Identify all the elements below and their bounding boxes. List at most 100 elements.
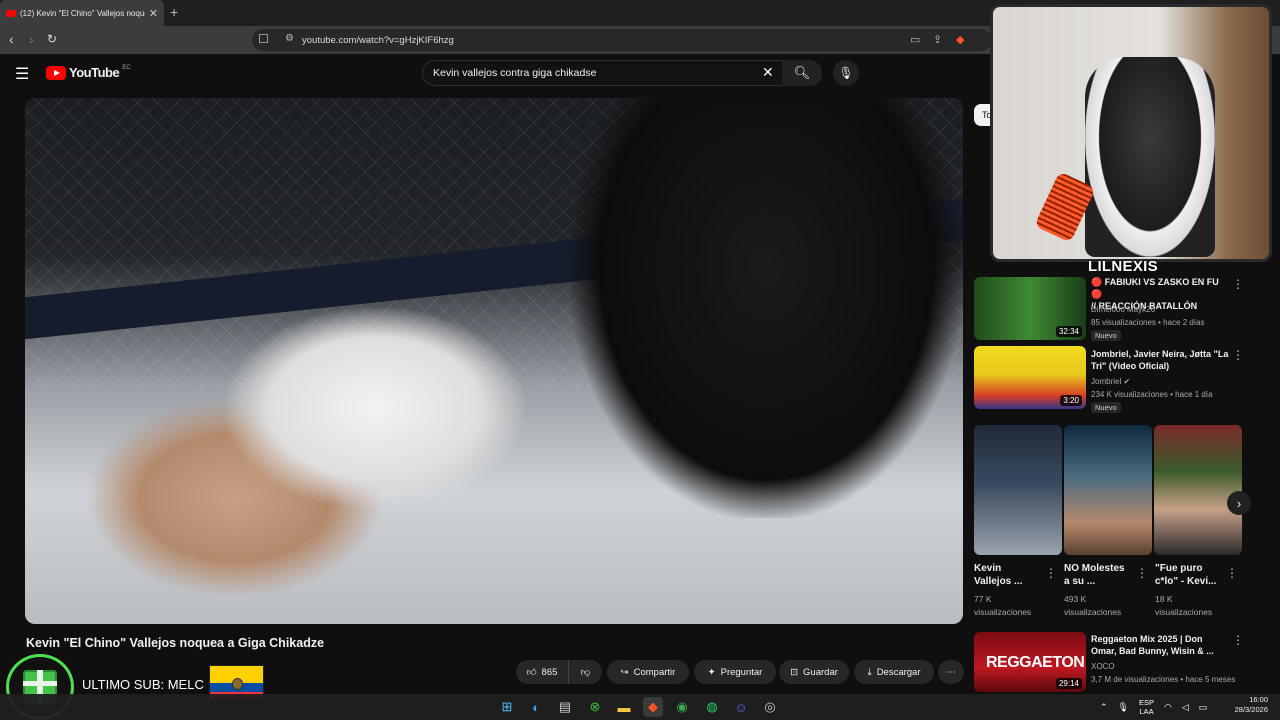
short-views: 18 K visualizaciones: [1155, 593, 1212, 619]
site-info-icon[interactable]: ⚙: [285, 33, 294, 44]
language-indicator[interactable]: ESP LAA: [1139, 698, 1154, 716]
rec-title-line: Reggaeton Mix 2025 | Don: [1091, 634, 1203, 644]
file-explorer-icon[interactable]: ▬: [614, 697, 634, 717]
share-label: Compartir: [633, 666, 676, 678]
more-options-icon[interactable]: ⋮: [1226, 566, 1238, 580]
short-title[interactable]: NO Molestes a su ...: [1064, 562, 1125, 588]
wifi-icon[interactable]: ◠: [1164, 702, 1172, 713]
next-shorts-button[interactable]: ›: [1227, 491, 1251, 515]
back-icon[interactable]: ‹: [9, 31, 14, 47]
logo-text: YouTube: [69, 65, 120, 80]
short-views-line: visualizaciones: [1155, 607, 1213, 617]
reload-icon[interactable]: ↻: [47, 32, 57, 46]
chrome-icon[interactable]: ◉: [672, 697, 692, 717]
video-duration: 32:34: [1055, 326, 1082, 337]
clear-search-icon[interactable]: ✕: [762, 64, 774, 81]
more-actions-button[interactable]: ⋯: [938, 660, 964, 684]
xbox-icon[interactable]: ⊗: [585, 697, 605, 717]
edge-icon[interactable]: ◐: [526, 697, 546, 717]
more-options-icon[interactable]: ⋮: [1136, 566, 1148, 580]
video-duration: 3:20: [1060, 395, 1082, 406]
save-button[interactable]: ⊡ Guardar: [779, 660, 849, 684]
rec-title-line: Tri" (Video Oficial): [1091, 361, 1170, 371]
short-views-line: 77 K: [974, 594, 992, 604]
short-thumbnail[interactable]: [1064, 425, 1152, 555]
short-title-line: Kevin: [974, 563, 1002, 574]
rec-channel[interactable]: XOCO: [1091, 661, 1115, 672]
rec-title[interactable]: Jombriel, Javier Neira, Jøtta "La Tri" (…: [1091, 348, 1231, 372]
short-title[interactable]: Kevin Vallejos ...: [974, 562, 1022, 588]
address-bar[interactable]: youtube.com/watch?v=gHzjKIF6hzg: [252, 29, 992, 51]
verified-icon: ✔: [1123, 377, 1131, 386]
search-icon: 🔍︎: [793, 65, 811, 80]
short-views: 493 K visualizaciones: [1064, 593, 1121, 619]
short-thumbnail[interactable]: [974, 425, 1062, 555]
thumbs-down-icon: 👎︎: [580, 667, 591, 678]
download-icon: ⤓: [867, 666, 872, 678]
cast-icon[interactable]: ▭: [910, 33, 920, 46]
start-windows-icon[interactable]: ⊞: [497, 697, 517, 717]
whatsapp-icon[interactable]: ◍: [702, 697, 722, 717]
brave-browser-icon[interactable]: ◆: [643, 697, 663, 717]
channel-name: Jombriel: [1091, 377, 1122, 386]
dislike-button[interactable]: 👎︎: [568, 660, 602, 684]
search-query: Kevin vallejos contra giga chikadse: [433, 67, 597, 79]
volume-icon[interactable]: ◁: [1182, 702, 1189, 713]
rec-channel[interactable]: Dimelooo Mayk26: [1091, 304, 1155, 315]
windows-taskbar: [0, 694, 1280, 720]
ask-button[interactable]: ✦ Preguntar: [694, 660, 776, 684]
youtube-logo[interactable]: YouTube EC: [46, 65, 131, 80]
rec-thumbnail[interactable]: REGGAETON 29:14: [974, 632, 1086, 692]
gaming-chair-image: [1085, 57, 1215, 257]
share-page-icon[interactable]: ⇪: [933, 33, 942, 46]
url-text: youtube.com/watch?v=gHzjKIF6hzg: [302, 34, 454, 46]
battery-icon[interactable]: ▭: [1199, 702, 1208, 713]
forward-icon[interactable]: ›: [29, 31, 34, 47]
youtube-play-icon: [46, 65, 66, 80]
short-title-line: Vallejos ...: [974, 576, 1023, 587]
rec-thumbnail[interactable]: 32:34: [974, 277, 1086, 340]
hamburger-menu-icon[interactable]: ☰: [15, 64, 29, 84]
obs-icon[interactable]: ◎: [760, 697, 780, 717]
like-button[interactable]: 👍︎ 865: [516, 660, 568, 684]
chevron-right-icon: ›: [1236, 495, 1242, 511]
search-button[interactable]: 🔍︎: [782, 60, 822, 86]
more-options-icon[interactable]: ⋮: [1045, 566, 1057, 580]
close-tab-icon[interactable]: ✕: [149, 7, 158, 20]
more-icon: ⋯: [946, 666, 956, 678]
system-clock[interactable]: 16:00 28/3/2026: [1228, 695, 1268, 715]
short-title-line: "Fue puro: [1155, 563, 1203, 574]
more-options-icon[interactable]: ⋮: [1232, 348, 1244, 362]
rec-channel[interactable]: Jombriel ✔: [1091, 376, 1130, 387]
short-thumbnail[interactable]: [1154, 425, 1242, 555]
new-badge: Nuevo: [1091, 402, 1121, 413]
bookmark-icon[interactable]: ☐: [258, 32, 269, 46]
voice-search-button[interactable]: 🎙︎: [833, 60, 859, 86]
brave-shield-icon[interactable]: ◆: [956, 33, 964, 46]
new-tab-button[interactable]: +: [170, 4, 178, 20]
download-label: Descargar: [876, 666, 921, 678]
rec-meta: 234 K visualizaciones • hace 1 día: [1091, 390, 1213, 399]
video-player[interactable]: [25, 98, 963, 624]
chevron-up-icon[interactable]: ⌃: [1100, 702, 1108, 713]
short-title-line: a su ...: [1064, 576, 1096, 587]
like-count: 865: [541, 666, 558, 678]
short-views: 77 K visualizaciones: [974, 593, 1031, 619]
short-title[interactable]: "Fue puro c*lo" - Kevi...: [1155, 562, 1216, 588]
thumbs-up-icon: 👍︎: [526, 667, 537, 678]
discord-icon[interactable]: ☺: [731, 697, 751, 717]
share-button[interactable]: ↪ Compartir: [607, 660, 689, 684]
browser-tab[interactable]: (12) Kevin "El Chino" Vallejos noquea ✕: [0, 0, 164, 26]
short-views-line: visualizaciones: [974, 607, 1032, 617]
download-button[interactable]: ⤓ Descargar: [854, 660, 934, 684]
language-code: ESP: [1138, 698, 1154, 707]
more-options-icon[interactable]: ⋮: [1232, 633, 1244, 647]
rec-thumbnail[interactable]: 3:20: [974, 346, 1086, 409]
youtube-favicon-icon: [6, 9, 16, 17]
sparkle-icon: ✦: [707, 666, 716, 678]
microphone-tray-icon[interactable]: 🎙︎: [1118, 702, 1129, 713]
short-title-line: c*lo" - Kevi...: [1155, 576, 1217, 587]
more-options-icon[interactable]: ⋮: [1232, 277, 1244, 291]
store-icon[interactable]: ▤: [555, 697, 575, 717]
rec-title[interactable]: Reggaeton Mix 2025 | Don Omar, Bad Bunny…: [1091, 633, 1231, 657]
